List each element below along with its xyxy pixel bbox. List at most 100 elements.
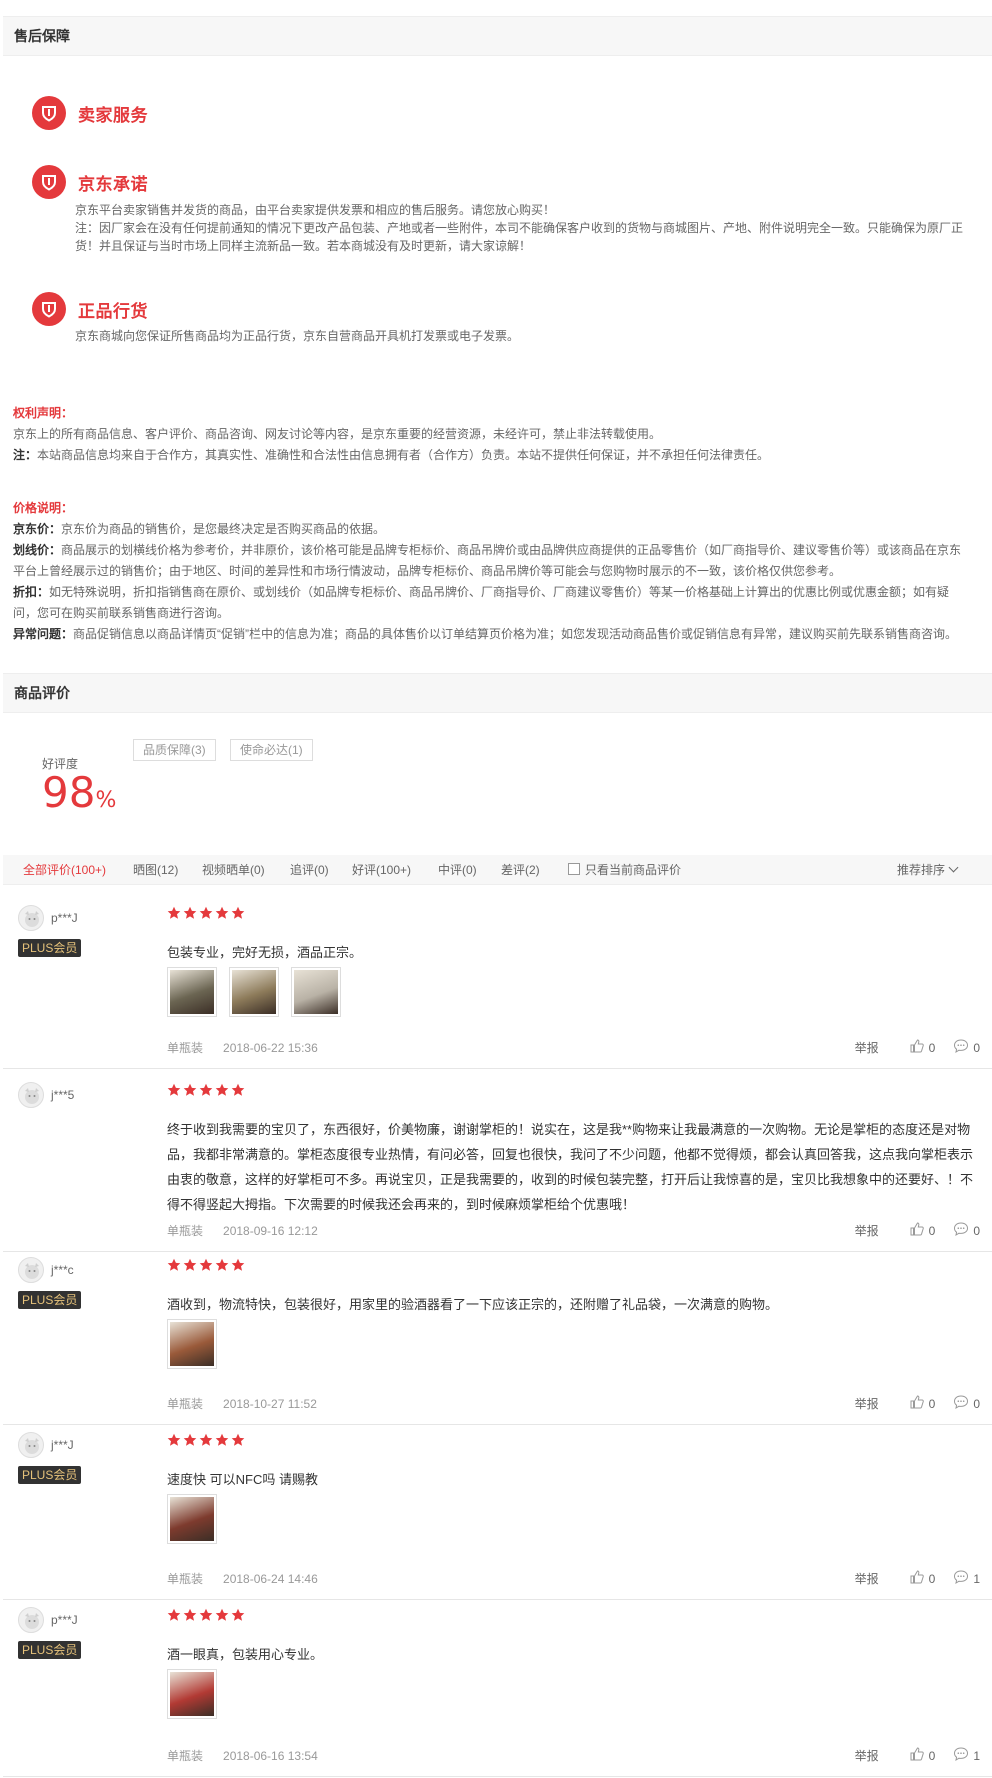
review-images <box>167 1669 217 1719</box>
star-icon <box>199 1433 213 1450</box>
star-icon <box>183 1433 197 1450</box>
like-button[interactable]: 0 <box>909 1038 936 1057</box>
review-text: 包装专业，完好无损，酒品正宗。 <box>167 945 363 960</box>
service-line: 京东商城向您保证所售商品均为正品行货，京东自营商品开具机打发票或电子发票。 <box>75 329 520 343</box>
service-genuine: 正品行货 <box>32 292 148 326</box>
review-image-thumbnail[interactable] <box>167 967 217 1017</box>
reply-button[interactable]: 0 <box>953 1394 980 1413</box>
star-icon <box>215 1433 229 1450</box>
review-tag[interactable]: 品质保障(3) <box>133 739 216 761</box>
username[interactable]: j***J <box>51 1438 74 1452</box>
avatar[interactable] <box>18 905 44 931</box>
like-button[interactable]: 0 <box>909 1221 935 1240</box>
star-icon <box>167 1083 181 1100</box>
service-title: 卖家服务 <box>78 105 148 125</box>
username[interactable]: p***J <box>51 1613 78 1627</box>
review-image-thumbnail[interactable] <box>291 967 341 1017</box>
star-icon <box>231 1258 245 1275</box>
username[interactable]: j***5 <box>51 1088 74 1102</box>
like-button[interactable]: 0 <box>909 1746 935 1765</box>
review-images <box>167 967 341 1017</box>
filter-images[interactable]: 晒图(12) <box>133 855 178 885</box>
shield-icon <box>32 96 66 130</box>
comment-icon <box>953 1394 973 1413</box>
service-seller: 卖家服务 <box>32 96 148 130</box>
star-rating <box>167 1433 245 1450</box>
report-button[interactable]: 举报 <box>855 1395 879 1412</box>
product-variant: 单瓶装 <box>167 1749 204 1763</box>
star-rating <box>167 1608 245 1625</box>
review-meta: 单瓶装 2018-06-24 14:46 <box>167 1570 318 1587</box>
star-icon <box>215 1608 229 1625</box>
report-button[interactable]: 举报 <box>855 1222 879 1239</box>
product-variant: 单瓶装 <box>167 1224 204 1238</box>
review-image-thumbnail[interactable] <box>167 1669 217 1719</box>
star-icon <box>167 906 181 923</box>
review-actions: 举报 0 0 <box>855 1038 980 1057</box>
avatar[interactable] <box>18 1082 44 1108</box>
star-icon <box>183 906 197 923</box>
star-rating <box>167 906 245 923</box>
review-image-thumbnail[interactable] <box>167 1319 217 1369</box>
review-item: p***J PLUS会员 包装专业，完好无损，酒品正宗。 单瓶装 2018-06-22 … <box>3 905 992 1069</box>
star-icon <box>231 1433 245 1450</box>
review-date: 2018-09-16 12:12 <box>223 1224 318 1238</box>
reply-button[interactable]: 0 <box>953 1221 980 1240</box>
like-button[interactable]: 0 <box>909 1394 935 1413</box>
filter-follow-up[interactable]: 追评(0) <box>290 855 329 885</box>
review-image-thumbnail[interactable] <box>167 1494 217 1544</box>
avatar[interactable] <box>18 1607 44 1633</box>
checkbox[interactable] <box>568 863 580 875</box>
filter-video[interactable]: 视频晒单(0) <box>202 855 265 885</box>
plus-member-badge: PLUS会员 <box>18 939 82 957</box>
thumbs-up-icon <box>909 1221 929 1240</box>
review-actions: 举报 0 1 <box>855 1569 980 1588</box>
service-line: 京东平台卖家销售并发货的商品，由平台卖家提供发票和相应的售后服务。请您放心购买！ <box>75 203 556 217</box>
star-icon <box>183 1083 197 1100</box>
report-button[interactable]: 举报 <box>855 1570 879 1587</box>
sort-dropdown[interactable]: 推荐排序 <box>897 855 959 885</box>
reply-button[interactable]: 1 <box>953 1569 980 1588</box>
review-meta: 单瓶装 2018-06-16 13:54 <box>167 1747 318 1764</box>
service-jd-promise: 京东承诺 <box>32 165 148 199</box>
reply-count: 0 <box>973 1223 980 1238</box>
review-image-thumbnail[interactable] <box>229 967 279 1017</box>
product-variant: 单瓶装 <box>167 1572 204 1586</box>
review-date: 2018-06-16 13:54 <box>223 1749 318 1763</box>
review-item: j***5 终于收到我需要的宝贝了，东西很好，价美物廉，谢谢掌柜的！说实在，这是我… <box>3 1082 992 1252</box>
reply-button[interactable]: 0 <box>953 1038 980 1057</box>
username[interactable]: p***J <box>51 911 78 925</box>
review-tag[interactable]: 使命必达(1) <box>230 739 313 761</box>
price-item: 异常问题：商品促销信息以商品详情页“促销”栏中的信息为准；商品的具体售价以订单结… <box>13 627 958 641</box>
filter-neutral[interactable]: 中评(0) <box>438 855 477 885</box>
like-count: 0 <box>928 1040 936 1055</box>
review-meta: 单瓶装 2018-06-22 15:36 <box>167 1039 318 1056</box>
good-rate-value: 98% <box>42 768 117 817</box>
username[interactable]: j***c <box>51 1263 74 1277</box>
reply-button[interactable]: 1 <box>953 1746 980 1765</box>
service-title: 正品行货 <box>78 301 148 321</box>
star-icon <box>231 1608 245 1625</box>
rights-title: 权利声明： <box>13 406 74 420</box>
star-icon <box>199 906 213 923</box>
report-button[interactable]: 举报 <box>855 1039 879 1056</box>
star-icon <box>215 1258 229 1275</box>
filter-all[interactable]: 全部评价(100+) <box>23 855 106 885</box>
review-actions: 举报 0 0 <box>855 1394 980 1413</box>
filter-positive[interactable]: 好评(100+) <box>352 855 411 885</box>
star-icon <box>167 1433 181 1450</box>
review-date: 2018-06-24 14:46 <box>223 1572 318 1586</box>
shield-icon <box>32 165 66 199</box>
review-item: j***J PLUS会员 速度快 可以NFC吗 请赐教 单瓶装 2018-06-24 1… <box>3 1432 992 1600</box>
only-current-product-toggle[interactable]: 只看当前商品评价 <box>568 855 681 885</box>
review-item: j***c PLUS会员 酒收到，物流特快，包装很好，用家里的验酒器看了一下应该正宗… <box>3 1257 992 1425</box>
report-button[interactable]: 举报 <box>855 1747 879 1764</box>
like-button[interactable]: 0 <box>909 1569 935 1588</box>
star-icon <box>199 1083 213 1100</box>
filter-negative[interactable]: 差评(2) <box>501 855 540 885</box>
review-text: 酒收到，物流特快，包装很好，用家里的验酒器看了一下应该正宗的，还附赠了礼品袋，一… <box>167 1297 779 1312</box>
after-sales-header: 售后保障 <box>3 16 992 56</box>
avatar[interactable] <box>18 1257 44 1283</box>
avatar[interactable] <box>18 1432 44 1458</box>
product-variant: 单瓶装 <box>167 1397 204 1411</box>
